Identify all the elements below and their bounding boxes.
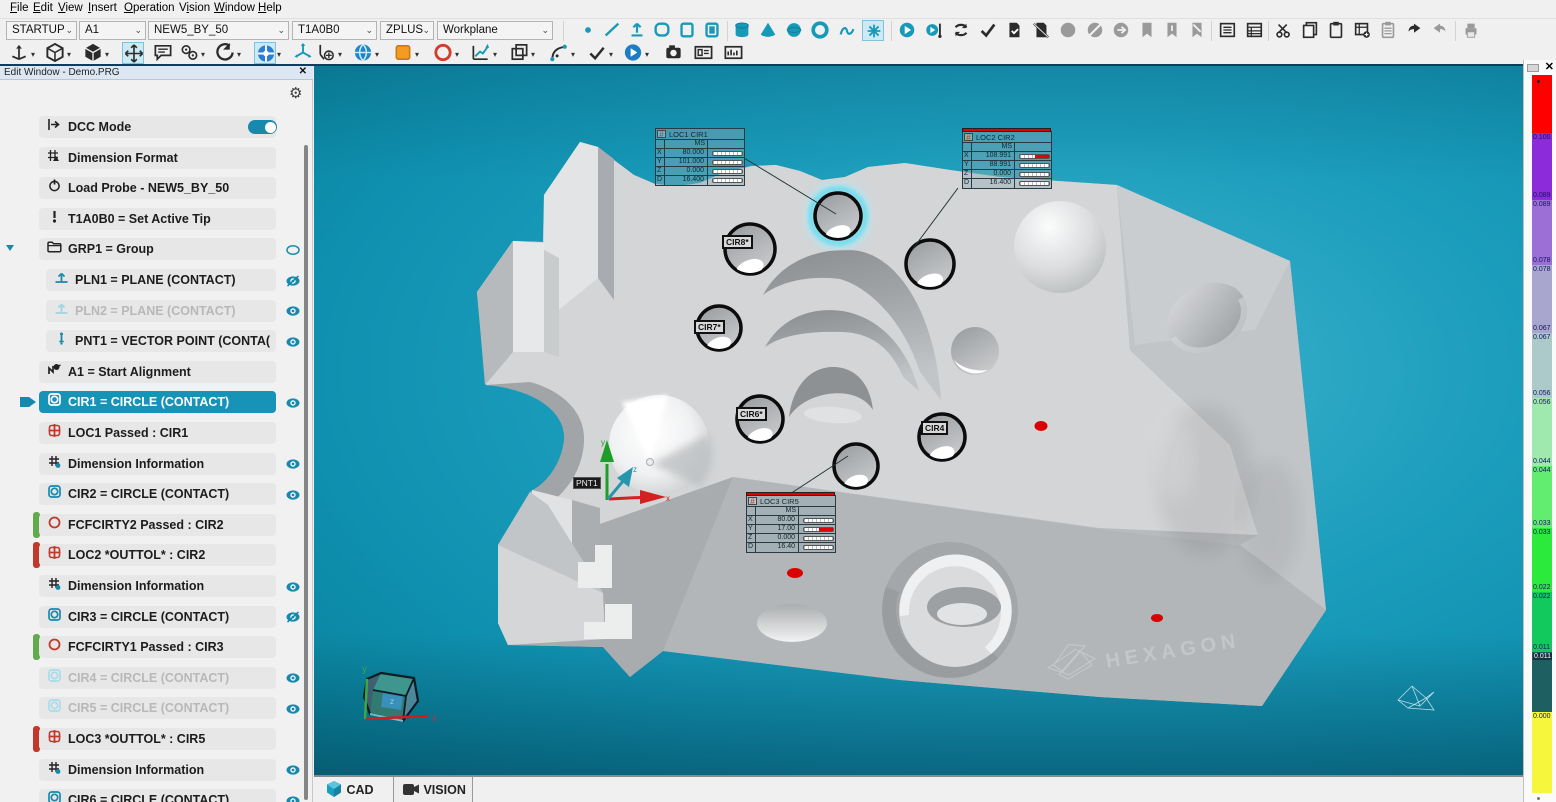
svg-text:x: x <box>666 494 670 503</box>
svg-text:x: x <box>432 713 437 724</box>
svg-text:z: z <box>390 697 394 706</box>
svg-text:z: z <box>633 465 637 474</box>
svg-text:y: y <box>362 664 367 675</box>
svg-text:y: y <box>601 438 605 447</box>
